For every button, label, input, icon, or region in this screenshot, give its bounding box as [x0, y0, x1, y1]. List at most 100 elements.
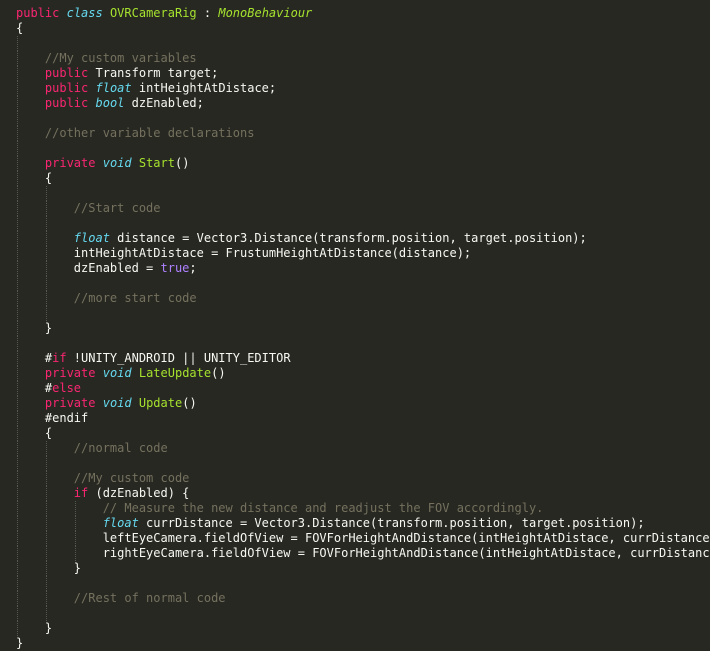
indent-guide [17, 321, 18, 336]
indent-guide [17, 216, 18, 231]
code-line[interactable]: //My custom code [0, 471, 710, 486]
code-token: //Rest of normal code [16, 591, 226, 605]
code-token: intHeightAtDistace = FrustumHeightAtDist… [16, 246, 472, 260]
code-line[interactable] [0, 36, 710, 51]
code-token: } [16, 561, 82, 575]
indent-guide [17, 576, 18, 591]
indent-guide [45, 576, 47, 591]
indent-guide [17, 486, 18, 501]
code-line[interactable]: leftEyeCamera.fieldOfView = FOVForHeight… [0, 531, 710, 546]
indent-guide [74, 501, 76, 516]
code-line[interactable]: // Measure the new distance and readjust… [0, 501, 710, 516]
code-line[interactable]: public class OVRCameraRig : MonoBehaviou… [0, 6, 710, 21]
code-line[interactable] [0, 186, 710, 201]
code-line[interactable]: private void LateUpdate() [0, 366, 710, 381]
code-line[interactable]: #else [0, 381, 710, 396]
code-token: } [16, 636, 24, 650]
indent-guide [17, 231, 18, 246]
code-token: leftEyeCamera.fieldOfView = FOVForHeight… [16, 531, 710, 545]
code-line[interactable]: #if !UNITY_ANDROID || UNITY_EDITOR [0, 351, 710, 366]
code-token: private [44, 156, 96, 170]
indent-guide [45, 471, 47, 486]
code-line[interactable]: } [0, 636, 710, 651]
indent-guide [17, 396, 18, 411]
code-token: { [16, 21, 24, 35]
indent-guide [17, 186, 18, 201]
code-line[interactable]: float distance = Vector3.Distance(transf… [0, 231, 710, 246]
indent-guide [45, 441, 47, 456]
code-line[interactable]: #endif [0, 411, 710, 426]
indent-guide [45, 276, 47, 291]
indent-guide [17, 516, 18, 531]
code-line[interactable]: } [0, 621, 710, 636]
code-token: else [52, 381, 82, 395]
code-token: if [73, 486, 89, 500]
code-line[interactable]: //Start code [0, 201, 710, 216]
indent-guide [17, 291, 18, 306]
code-line[interactable]: } [0, 561, 710, 576]
code-token: { [16, 426, 53, 440]
indent-guide [17, 546, 18, 561]
indent-guide [45, 531, 47, 546]
code-line[interactable]: //other variable declarations [0, 126, 710, 141]
code-editor[interactable]: public class OVRCameraRig : MonoBehaviou… [0, 0, 710, 650]
indent-guide [17, 96, 18, 111]
code-token: bool [95, 96, 125, 110]
code-token: true [160, 261, 190, 275]
indent-guide [45, 246, 47, 261]
code-line[interactable]: if (dzEnabled) { [0, 486, 710, 501]
code-token: public [44, 96, 89, 110]
indent-guide [45, 201, 47, 216]
code-token: // Measure the new distance and readjust… [16, 501, 544, 515]
code-line[interactable]: //normal code [0, 441, 710, 456]
code-token: { [16, 171, 53, 185]
indent-guide [17, 81, 18, 96]
code-line[interactable] [0, 276, 710, 291]
indent-guide [17, 306, 18, 321]
code-line[interactable]: { [0, 171, 710, 186]
code-token: private [44, 366, 96, 380]
code-line[interactable]: rightEyeCamera.fieldOfView = FOVForHeigh… [0, 546, 710, 561]
indent-guide [17, 141, 18, 156]
code-line[interactable] [0, 141, 710, 156]
code-line[interactable]: //My custom variables [0, 51, 710, 66]
code-token: rightEyeCamera.fieldOfView = FOVForHeigh… [16, 546, 710, 560]
code-line[interactable] [0, 336, 710, 351]
code-token: class [66, 6, 103, 20]
code-token: public [44, 81, 89, 95]
code-line[interactable] [0, 111, 710, 126]
code-line[interactable]: intHeightAtDistace = FrustumHeightAtDist… [0, 246, 710, 261]
code-token: MonoBehaviour [218, 6, 313, 20]
code-token: () [174, 156, 190, 170]
indent-guide [17, 426, 18, 441]
code-line[interactable] [0, 216, 710, 231]
code-line[interactable]: dzEnabled = true; [0, 261, 710, 276]
code-line[interactable] [0, 306, 710, 321]
indent-guide [45, 306, 47, 321]
code-token: //normal code [16, 441, 168, 455]
code-line[interactable] [0, 456, 710, 471]
code-line[interactable]: { [0, 426, 710, 441]
code-line[interactable]: public bool dzEnabled; [0, 96, 710, 111]
code-line[interactable]: private void Update() [0, 396, 710, 411]
code-line[interactable] [0, 576, 710, 591]
code-line[interactable]: private void Start() [0, 156, 710, 171]
code-line[interactable]: public Transform target; [0, 66, 710, 81]
code-line[interactable]: } [0, 321, 710, 336]
code-token: void [102, 366, 132, 380]
indent-guide [17, 591, 18, 606]
code-line[interactable]: //Rest of normal code [0, 591, 710, 606]
code-line[interactable]: { [0, 21, 710, 36]
code-line[interactable]: public float intHeightAtDistace; [0, 81, 710, 96]
indent-guide [17, 111, 18, 126]
code-line[interactable]: float currDistance = Vector3.Distance(tr… [0, 516, 710, 531]
code-line[interactable]: //more start code [0, 291, 710, 306]
indent-guide [74, 531, 76, 546]
code-line[interactable] [0, 606, 710, 621]
